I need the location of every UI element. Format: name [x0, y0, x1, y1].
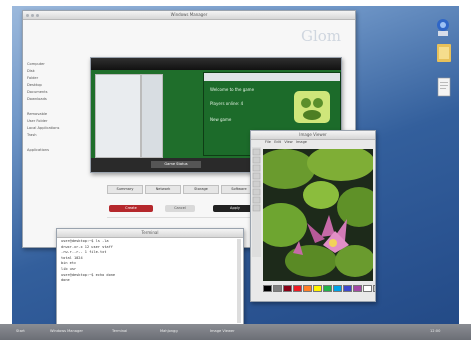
image-window-title: Image Viewer: [299, 132, 327, 137]
app-window-title: Windows Manager: [170, 12, 208, 17]
taskbar-item[interactable]: Windows Manager: [50, 328, 83, 335]
folder-icon-graphic: [437, 44, 451, 62]
terminal-titlebar[interactable]: Terminal: [57, 229, 243, 238]
sidebar-item[interactable]: Removable: [27, 111, 83, 118]
divider: [107, 217, 267, 218]
sidebar-item[interactable]: Local Applications: [27, 125, 83, 132]
image-window-titlebar[interactable]: Image Viewer: [251, 131, 375, 140]
menu-item-image[interactable]: Image: [296, 140, 307, 144]
sidebar-item[interactable]: Downloads: [27, 96, 83, 103]
terminal-title: Terminal: [141, 230, 159, 235]
palette-swatch[interactable]: [333, 285, 342, 292]
sidebar-item[interactable]: Folder: [27, 75, 83, 82]
game-mascot-icon: [294, 91, 330, 123]
taskbar-item[interactable]: Terminal: [112, 328, 127, 335]
app-window-titlebar[interactable]: Windows Manager: [23, 11, 355, 20]
document-icon-graphic: [437, 77, 451, 97]
water-lily-photo: [263, 149, 373, 281]
palette-swatch[interactable]: [293, 285, 302, 292]
terminal-scrollbar[interactable]: [237, 239, 241, 323]
menu-item-file[interactable]: File: [265, 140, 271, 144]
create-button[interactable]: Create: [109, 205, 153, 212]
sidebar: Computer Disk Folder Desktop Documents D…: [27, 61, 83, 154]
sidebar-item[interactable]: Documents: [27, 89, 83, 96]
game-status-tab[interactable]: Game Status: [151, 161, 201, 168]
palette-swatch[interactable]: [343, 285, 352, 292]
folder-icon[interactable]: [434, 42, 454, 64]
palette-swatch[interactable]: [323, 285, 332, 292]
tab-network[interactable]: Network: [145, 185, 181, 194]
sidebar-item[interactable]: User Folder: [27, 118, 83, 125]
terminal-line: done: [61, 278, 70, 283]
palette-swatch[interactable]: [283, 285, 292, 292]
palette-swatch[interactable]: [263, 285, 272, 292]
palette-swatch[interactable]: [273, 285, 282, 292]
game-list-panel-secondary: [141, 74, 163, 158]
sidebar-item[interactable]: Disk: [27, 68, 83, 75]
game-list-panel: [95, 74, 141, 158]
document-icon[interactable]: [435, 76, 453, 100]
taskbar: Start Windows Manager Terminal Mahjongg …: [0, 324, 471, 340]
game-window-header: [91, 58, 341, 70]
palette-swatch[interactable]: [303, 285, 312, 292]
color-palette[interactable]: [263, 285, 375, 293]
menu-item-edit[interactable]: Edit: [274, 140, 281, 144]
app-logo: Glom: [301, 27, 342, 45]
tool-icons[interactable]: [252, 147, 261, 257]
image-canvas[interactable]: [263, 149, 373, 281]
sidebar-item[interactable]: Desktop: [27, 82, 83, 89]
cancel-button[interactable]: Cancel: [165, 205, 195, 212]
game-players-text: Players online: 4: [210, 101, 244, 106]
palette-swatch[interactable]: [313, 285, 322, 292]
terminal-output[interactable]: user@desktop:~$ ls -la drwxr-xr-x 12 use…: [61, 239, 239, 284]
game-inner-toolbar: [204, 73, 340, 81]
palette-swatch[interactable]: [363, 285, 372, 292]
terminal-window: Terminal user@desktop:~$ ls -la drwxr-xr…: [56, 228, 244, 328]
clock: 12:00: [430, 329, 441, 333]
sidebar-item[interactable]: Trash: [27, 132, 83, 139]
tab-storage[interactable]: Storage: [183, 185, 219, 194]
taskbar-item[interactable]: Mahjongg: [160, 328, 178, 335]
tool-palette: [252, 147, 261, 257]
tab-summary[interactable]: Summary: [107, 185, 143, 194]
palette-swatch[interactable]: [353, 285, 362, 292]
palette-swatch[interactable]: [373, 285, 375, 292]
desktop: Windows Manager Glom Computer Disk Folde…: [12, 6, 459, 330]
taskbar-item[interactable]: Image Viewer: [210, 328, 235, 335]
game-welcome-text: Welcome to the game: [210, 87, 255, 92]
start-button[interactable]: Start: [16, 328, 25, 335]
sidebar-item[interactable]: Computer: [27, 61, 83, 68]
sidebar-item[interactable]: Applications: [27, 147, 83, 154]
image-window: Image Viewer File Edit View Image: [250, 130, 376, 302]
home-icon[interactable]: [432, 16, 454, 38]
menu-item-view[interactable]: View: [284, 140, 292, 144]
home-icon-graphic: [437, 19, 449, 36]
game-new-link[interactable]: New game: [210, 117, 231, 122]
image-menubar: File Edit View Image: [265, 140, 307, 144]
